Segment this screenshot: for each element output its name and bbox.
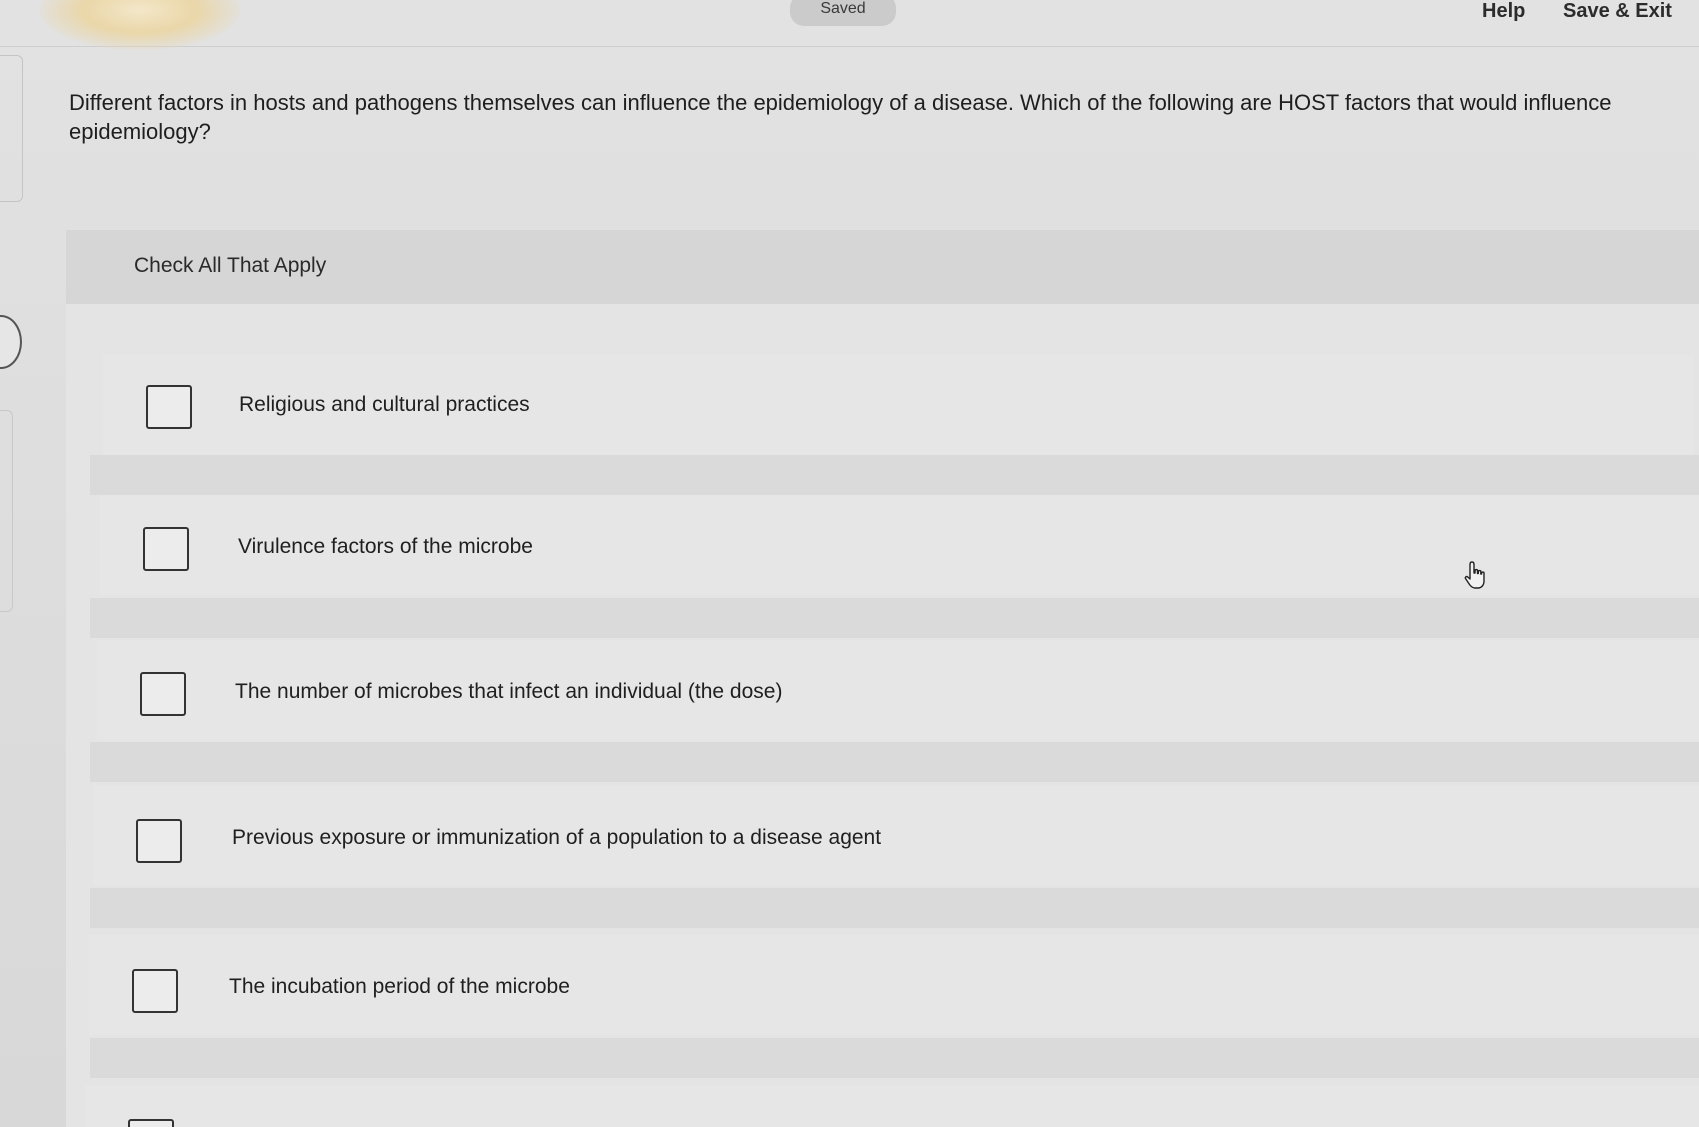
option-virulence-factors[interactable]: Virulence factors of the microbe: [100, 495, 1699, 595]
help-link[interactable]: Help: [1482, 0, 1525, 23]
option-previous-exposure-immunization[interactable]: Previous exposure or immunization of a p…: [93, 785, 1699, 885]
option-label: Previous exposure or immunization of a p…: [232, 826, 882, 849]
option-label: The incubation period of the microbe: [229, 975, 570, 998]
option-separator: [90, 742, 1699, 782]
option-label: Virulence factors of the microbe: [238, 535, 533, 558]
option-label: The number of microbes that infect an in…: [235, 680, 783, 703]
option-separator: [90, 1038, 1699, 1078]
instruction-text: Check All That Apply: [134, 254, 327, 277]
option-partially-visible[interactable]: [85, 1085, 1699, 1127]
option-checkbox[interactable]: [140, 672, 186, 716]
side-tab-toggle[interactable]: [0, 315, 22, 369]
option-separator: [90, 455, 1699, 495]
instruction-bar: Check All That Apply: [66, 230, 1699, 304]
option-checkbox[interactable]: [143, 527, 189, 571]
assessment-page: Saved Help Save & Exit Different factors…: [0, 0, 1699, 1127]
option-checkbox[interactable]: [146, 385, 192, 429]
option-separator: [90, 888, 1699, 928]
question-prompt: Different factors in hosts and pathogens…: [69, 90, 1612, 144]
option-separator: [90, 598, 1699, 638]
option-checkbox[interactable]: [136, 819, 182, 863]
saved-status-badge: Saved: [790, 0, 896, 26]
option-label: Religious and cultural practices: [239, 393, 530, 416]
hand-pointer-icon: [1464, 561, 1485, 589]
screen-glare: [40, 0, 240, 50]
option-religious-cultural-practices[interactable]: Religious and cultural practices: [103, 355, 1693, 455]
top-bar: Saved Help Save & Exit: [0, 0, 1699, 50]
save-and-exit-link[interactable]: Save & Exit: [1563, 0, 1672, 23]
side-panel-edge-lower: [0, 410, 13, 612]
option-checkbox[interactable]: [132, 969, 178, 1013]
option-incubation-period[interactable]: The incubation period of the microbe: [89, 935, 1699, 1035]
option-checkbox[interactable]: [128, 1119, 174, 1127]
option-infectious-dose[interactable]: The number of microbes that infect an in…: [97, 640, 1699, 740]
side-panel-edge: [0, 55, 23, 202]
